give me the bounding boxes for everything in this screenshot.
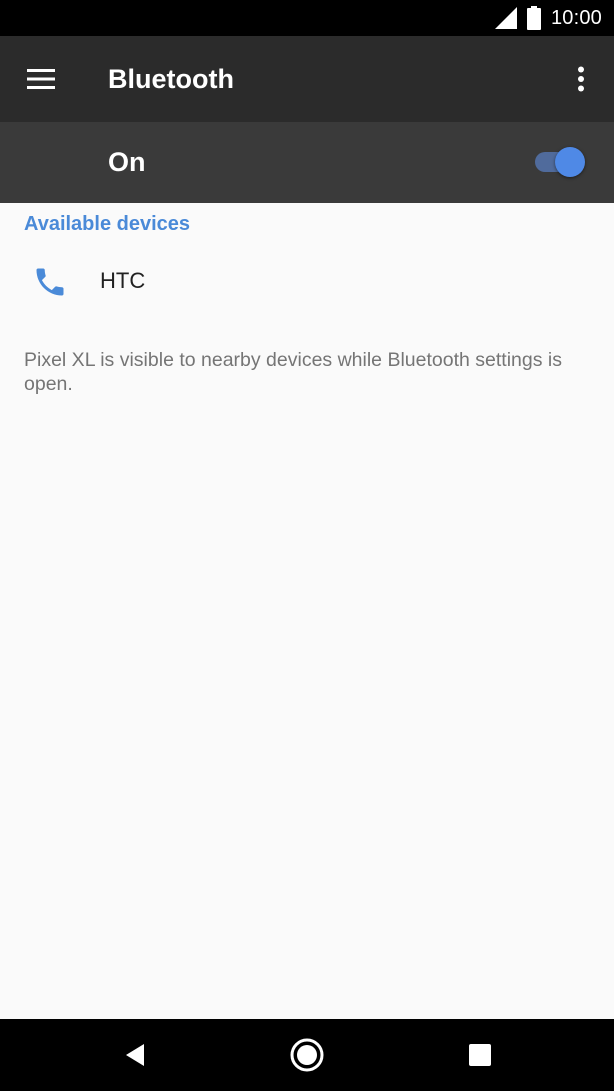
navigation-bar	[0, 1019, 614, 1091]
home-icon	[290, 1038, 324, 1072]
status-time: 10:00	[550, 6, 602, 29]
available-devices-header: Available devices	[24, 213, 191, 235]
device-name: HTC	[100, 268, 146, 293]
app-bar: Bluetooth	[0, 36, 614, 122]
phone-icon	[36, 268, 64, 296]
bluetooth-state-label: On	[108, 147, 146, 177]
battery-icon	[526, 6, 541, 30]
menu-button[interactable]	[20, 61, 62, 97]
back-icon	[126, 1044, 144, 1066]
toggle-thumb	[555, 147, 585, 177]
cell-signal-icon	[494, 7, 517, 29]
status-bar: 10:00	[0, 0, 614, 36]
recents-icon	[469, 1044, 491, 1066]
back-button[interactable]	[115, 1035, 155, 1075]
bluetooth-switch-bar[interactable]: On	[0, 122, 614, 203]
device-item-htc[interactable]: HTC	[0, 246, 614, 318]
menu-icon	[27, 69, 55, 89]
recents-button[interactable]	[460, 1035, 500, 1075]
home-button[interactable]	[287, 1035, 327, 1075]
more-vert-icon	[578, 66, 584, 92]
bluetooth-toggle[interactable]	[533, 146, 589, 178]
more-options-button[interactable]	[562, 60, 600, 98]
page-title: Bluetooth	[108, 64, 234, 94]
visibility-note: Pixel XL is visible to nearby devices wh…	[24, 349, 562, 395]
